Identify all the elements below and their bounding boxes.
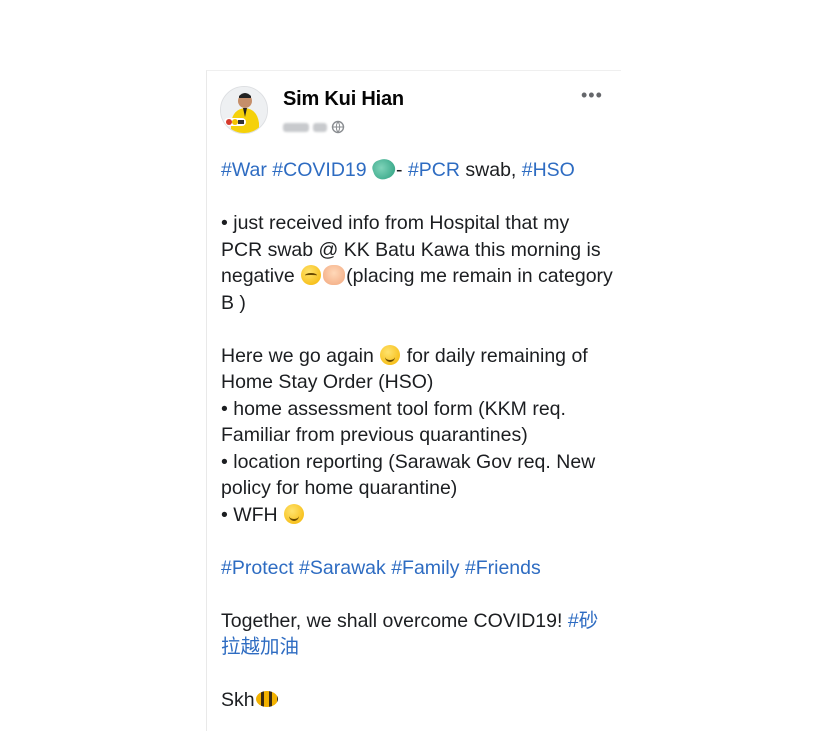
bullet-item: • WFH: [221, 502, 613, 529]
text-span: Together, we shall overcome COVID19!: [221, 609, 568, 632]
winking-face-emoji-icon: [284, 503, 305, 524]
globe-icon: [331, 120, 345, 134]
author-avatar[interactable]: [220, 86, 268, 134]
post-meta: [283, 120, 345, 134]
hashtag-link[interactable]: #PCR: [408, 159, 460, 181]
palms-up-emoji-icon: [323, 265, 346, 285]
downcast-face-emoji-icon: [301, 265, 322, 285]
paragraph: Here we go again for daily remaining of …: [221, 343, 613, 396]
text-span: Here we go again: [221, 344, 380, 367]
post-body: #War #COVID19 - #PCR swab, #HSO • just r…: [221, 155, 613, 714]
bullet-item: • location reporting (Sarawak Gov req. N…: [221, 450, 596, 500]
signature: Skh: [221, 687, 613, 714]
hashtag-line: #Protect #Sarawak #Family #Friends: [221, 555, 613, 582]
paragraph: • just received info from Hospital that …: [221, 210, 613, 316]
text-span: -: [396, 159, 408, 181]
hashtag-link[interactable]: #COVID19: [272, 159, 366, 181]
text-span: swab,: [459, 159, 522, 181]
facebook-post-card: Sim Kui Hian ••• #War #COVID19 - #PCR sw…: [206, 70, 621, 731]
author-name[interactable]: Sim Kui Hian: [283, 88, 404, 111]
text-span: Skh: [221, 689, 255, 711]
hashtag-link[interactable]: #Sarawak: [299, 557, 386, 579]
hashtag-link[interactable]: #Friends: [465, 557, 541, 579]
hashtag-link[interactable]: #War: [221, 159, 267, 181]
relieved-face-emoji-icon: [380, 344, 401, 365]
paragraph: Together, we shall overcome COVID19! #砂拉…: [221, 608, 613, 661]
more-options-button[interactable]: •••: [581, 85, 603, 106]
avatar-photo: [221, 87, 267, 133]
text-span: • WFH: [221, 503, 284, 526]
bullet-item: • home assessment tool form (KKM req. Fa…: [221, 397, 566, 447]
bee-emoji-icon: [255, 691, 278, 707]
microbe-emoji-icon: [370, 155, 398, 183]
hashtag-link[interactable]: #HSO: [522, 159, 575, 181]
hashtag-link[interactable]: #Protect: [221, 557, 294, 579]
blurred-timestamp: [313, 122, 327, 132]
blurred-timestamp: [283, 122, 309, 132]
hashtag-link[interactable]: #Family: [391, 557, 459, 579]
hashtag-line: #War #COVID19 - #PCR swab, #HSO: [221, 155, 613, 184]
